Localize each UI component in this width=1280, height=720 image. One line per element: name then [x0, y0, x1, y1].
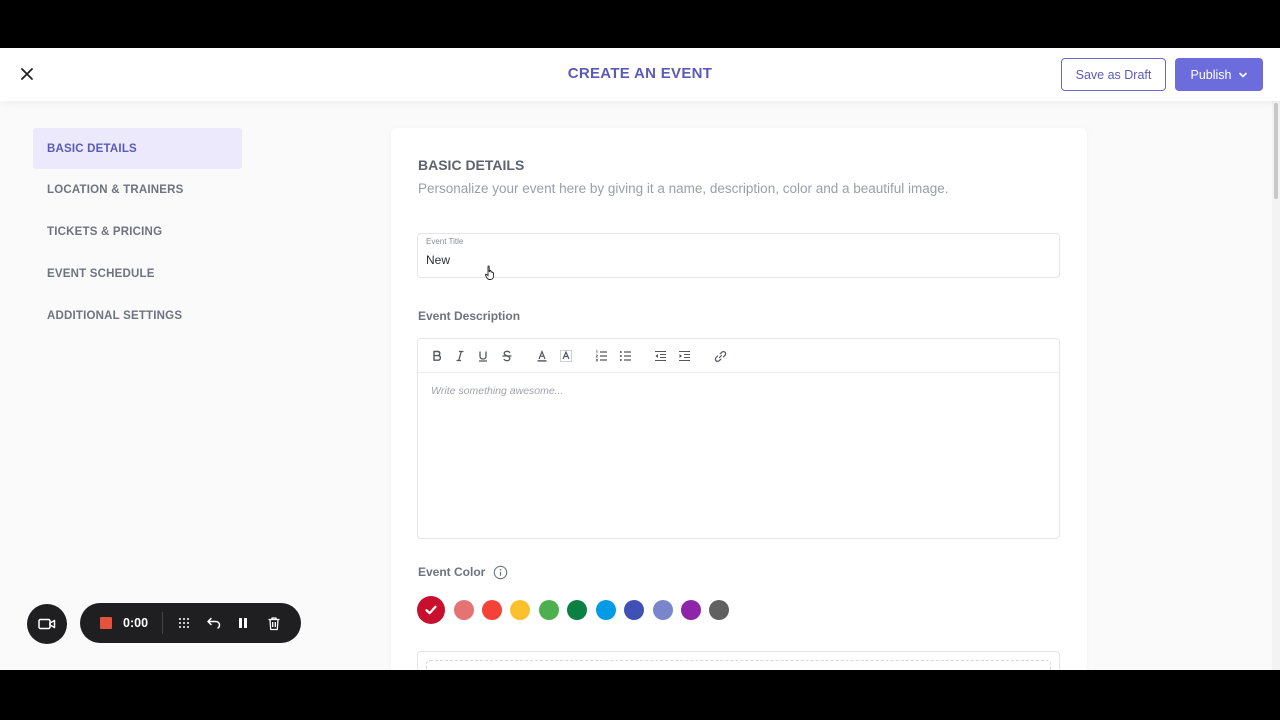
trash-icon: [268, 616, 280, 630]
text-color-button[interactable]: [534, 348, 550, 364]
undo-icon: [207, 617, 221, 629]
header-bar: CREATE AN EVENT Save as Draft Publish: [0, 48, 1280, 101]
app-window: CREATE AN EVENT Save as Draft Publish BA…: [0, 48, 1280, 670]
scrollbar-thumb[interactable]: [1274, 103, 1278, 199]
editor-placeholder: Write something awesome...: [431, 385, 564, 397]
color-swatch[interactable]: [567, 600, 587, 620]
link-button[interactable]: [712, 348, 728, 364]
editor-toolbar: [418, 339, 1059, 373]
italic-icon: [456, 350, 464, 362]
outdent-button[interactable]: [652, 348, 668, 364]
event-description-label: Event Description: [418, 309, 521, 323]
link-icon: [714, 350, 726, 362]
event-title-field[interactable]: Event Title: [417, 233, 1060, 278]
camera-button[interactable]: [27, 604, 67, 644]
delete-button[interactable]: [266, 615, 282, 631]
recording-timer: 0:00: [123, 616, 149, 630]
bullet-list-icon: [619, 351, 631, 361]
stop-recording-button[interactable]: [100, 617, 112, 629]
letterbox-top: [0, 0, 1280, 48]
color-swatch[interactable]: [417, 596, 445, 624]
italic-button[interactable]: [452, 348, 468, 364]
underline-icon: [479, 351, 487, 362]
color-swatch[interactable]: [454, 600, 474, 620]
color-swatch[interactable]: [624, 600, 644, 620]
ordered-list-button[interactable]: [593, 348, 609, 364]
undo-button[interactable]: [206, 615, 222, 631]
color-swatch[interactable]: [653, 600, 673, 620]
font-color-icon: [537, 350, 547, 362]
sidebar-item-additional-settings[interactable]: ADDITIONAL SETTINGS: [33, 295, 242, 336]
info-icon[interactable]: [493, 565, 508, 585]
sidebar-item-tickets-pricing[interactable]: TICKETS & PRICING: [33, 211, 242, 252]
color-swatch[interactable]: [681, 600, 701, 620]
pause-icon: [239, 618, 247, 628]
pause-button[interactable]: [235, 615, 251, 631]
dot-grid-icon: [179, 618, 189, 628]
color-swatch[interactable]: [709, 600, 729, 620]
sidebar-item-location-trainers[interactable]: LOCATION & TRAINERS: [33, 169, 242, 210]
outdent-icon: [654, 350, 666, 362]
section-title: BASIC DETAILS: [418, 157, 525, 173]
bullet-list-button[interactable]: [617, 348, 633, 364]
sidebar-item-basic-details[interactable]: BASIC DETAILS: [33, 128, 242, 169]
rich-text-editor[interactable]: Write something awesome...: [417, 338, 1060, 539]
ordered-list-icon: [595, 350, 607, 362]
strikethrough-button[interactable]: [499, 348, 515, 364]
dropzone-dashed-area: [426, 660, 1051, 670]
page-scrollbar[interactable]: [1272, 101, 1280, 670]
hand-cursor-icon: [484, 265, 496, 286]
recording-toolbar: 0:00: [80, 603, 301, 643]
sidebar-item-event-schedule[interactable]: EVENT SCHEDULE: [33, 253, 242, 294]
color-swatch[interactable]: [539, 600, 559, 620]
color-swatch[interactable]: [482, 600, 502, 620]
toolbar-divider: [162, 612, 163, 634]
publish-button[interactable]: Publish: [1175, 58, 1263, 91]
event-title-input[interactable]: [426, 253, 1026, 267]
video-camera-icon: [38, 618, 56, 630]
highlight-icon: [560, 350, 572, 362]
bold-button[interactable]: [429, 348, 445, 364]
save-draft-button[interactable]: Save as Draft: [1061, 58, 1166, 91]
letterbox-bottom: [0, 670, 1280, 720]
chevron-down-icon: [1238, 72, 1247, 78]
color-swatch[interactable]: [510, 600, 530, 620]
indent-icon: [678, 350, 690, 362]
publish-button-label: Publish: [1190, 67, 1232, 82]
background-color-button[interactable]: [558, 348, 574, 364]
indent-button[interactable]: [676, 348, 692, 364]
grid-button[interactable]: [176, 615, 192, 631]
underline-button[interactable]: [475, 348, 491, 364]
color-swatch[interactable]: [596, 600, 616, 620]
basic-details-card: BASIC DETAILS Personalize your event her…: [391, 128, 1087, 670]
section-subtitle: Personalize your event here by giving it…: [418, 181, 949, 196]
bold-icon: [433, 350, 442, 361]
event-color-label: Event Color: [418, 565, 486, 579]
image-upload-dropzone[interactable]: [417, 651, 1060, 670]
event-title-label: Event Title: [426, 237, 464, 246]
check-icon: [425, 605, 437, 615]
strikethrough-icon: [502, 350, 512, 362]
